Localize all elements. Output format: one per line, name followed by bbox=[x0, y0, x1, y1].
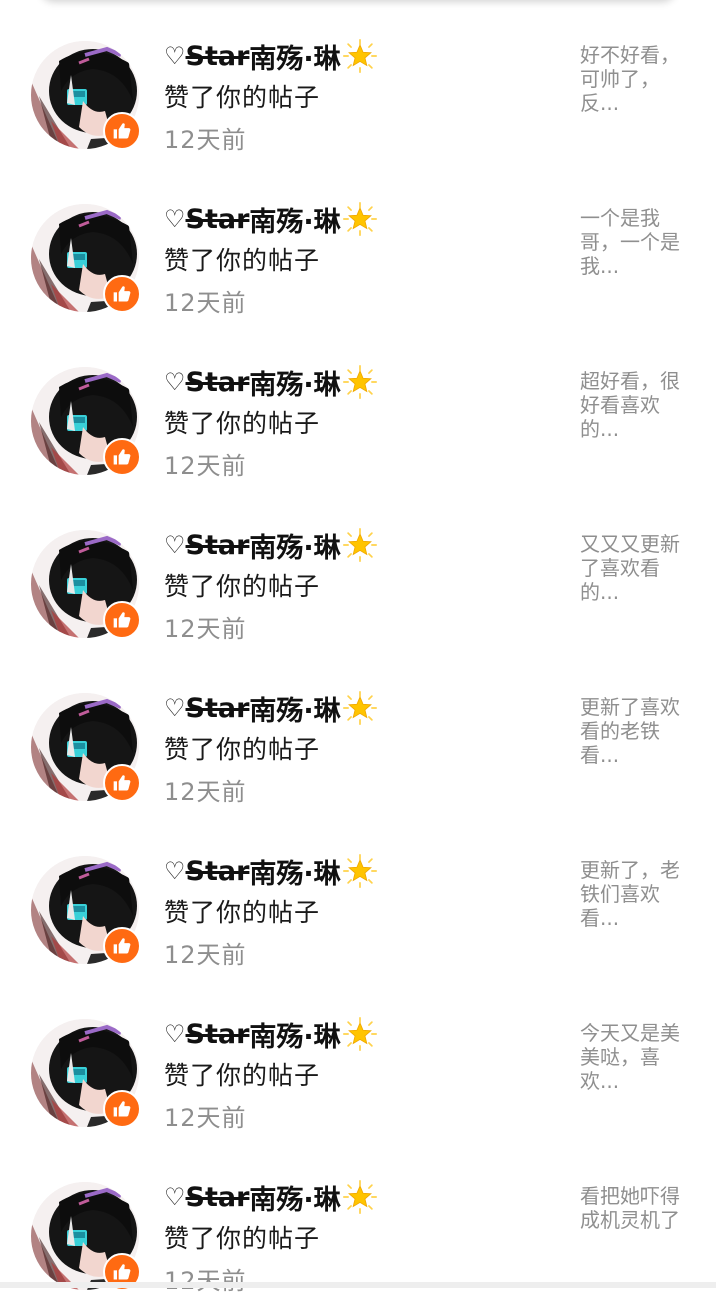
avatar-container[interactable] bbox=[31, 41, 143, 153]
like-badge bbox=[103, 275, 141, 313]
notification-item[interactable]: ♡ Star 南殇·琳 赞了你的帖子 12天前 今天又是美美哒，喜欢... bbox=[0, 978, 716, 1141]
notification-item[interactable]: ♡ Star 南殇·琳 赞了你的帖子 12天前 超好看，很好看喜欢的... bbox=[0, 326, 716, 489]
action-text: 赞了你的帖子 bbox=[164, 1061, 321, 1090]
name-struck-word: Star bbox=[185, 40, 250, 72]
name-prefix: ♡ bbox=[164, 1020, 186, 1048]
timestamp: 12天前 bbox=[164, 126, 247, 154]
name-prefix: ♡ bbox=[164, 368, 186, 396]
name-prefix: ♡ bbox=[164, 531, 186, 559]
user-name[interactable]: ♡ Star 南殇·琳 bbox=[164, 526, 377, 564]
name-suffix: 南殇·琳 bbox=[249, 43, 341, 75]
notification-item[interactable]: ♡ Star 南殇·琳 赞了你的帖子 12天前 一个是我哥，一个是我... bbox=[0, 163, 716, 326]
action-text: 赞了你的帖子 bbox=[164, 572, 321, 601]
avatar-container[interactable] bbox=[31, 693, 143, 805]
notification-item[interactable]: ♡ Star 南殇·琳 赞了你的帖子 12天前 更新了喜欢看的老铁看... bbox=[0, 652, 716, 815]
user-name[interactable]: ♡ Star 南殇·琳 bbox=[164, 200, 377, 238]
user-name[interactable]: ♡ Star 南殇·琳 bbox=[164, 1178, 377, 1216]
star-icon bbox=[342, 365, 377, 399]
notification-item[interactable]: ♡ Star 南殇·琳 赞了你的帖子 12天前 看把她吓得成机灵机了 bbox=[0, 1141, 716, 1304]
timestamp: 12天前 bbox=[164, 1267, 247, 1295]
like-badge bbox=[103, 601, 141, 639]
post-preview[interactable]: 一个是我哥，一个是我... bbox=[580, 206, 690, 278]
star-icon bbox=[342, 854, 377, 888]
star-icon bbox=[342, 1180, 377, 1214]
timestamp: 12天前 bbox=[164, 1104, 247, 1132]
name-suffix: 南殇·琳 bbox=[249, 1021, 341, 1053]
user-name[interactable]: ♡ Star 南殇·琳 bbox=[164, 37, 377, 75]
user-name[interactable]: ♡ Star 南殇·琳 bbox=[164, 1015, 377, 1053]
name-suffix: 南殇·琳 bbox=[249, 695, 341, 727]
star-icon bbox=[342, 528, 377, 562]
thumbs-up-icon bbox=[113, 449, 131, 465]
thumbs-up-icon bbox=[113, 612, 131, 628]
name-suffix: 南殇·琳 bbox=[249, 369, 341, 401]
thumbs-up-icon bbox=[113, 123, 131, 139]
timestamp: 12天前 bbox=[164, 778, 247, 806]
like-badge bbox=[103, 764, 141, 802]
action-text: 赞了你的帖子 bbox=[164, 246, 321, 275]
action-text: 赞了你的帖子 bbox=[164, 83, 321, 112]
action-text: 赞了你的帖子 bbox=[164, 1224, 321, 1253]
avatar-container[interactable] bbox=[31, 367, 143, 479]
name-prefix: ♡ bbox=[164, 1183, 186, 1211]
like-badge bbox=[103, 112, 141, 150]
post-preview[interactable]: 更新了喜欢看的老铁看... bbox=[580, 695, 690, 767]
name-struck-word: Star bbox=[185, 203, 250, 235]
name-prefix: ♡ bbox=[164, 42, 186, 70]
name-suffix: 南殇·琳 bbox=[249, 1184, 341, 1216]
post-preview[interactable]: 今天又是美美哒，喜欢... bbox=[580, 1021, 690, 1093]
notification-item[interactable]: ♡ Star 南殇·琳 赞了你的帖子 12天前 好不好看，可帅了，反... bbox=[0, 0, 716, 163]
action-text: 赞了你的帖子 bbox=[164, 898, 321, 927]
avatar-container[interactable] bbox=[31, 530, 143, 642]
star-icon bbox=[342, 39, 377, 73]
user-name[interactable]: ♡ Star 南殇·琳 bbox=[164, 852, 377, 890]
name-struck-word: Star bbox=[185, 855, 250, 887]
user-name[interactable]: ♡ Star 南殇·琳 bbox=[164, 689, 377, 727]
notification-list: ♡ Star 南殇·琳 赞了你的帖子 12天前 好不好看，可帅了，反... ♡ … bbox=[0, 0, 716, 1304]
name-suffix: 南殇·琳 bbox=[249, 858, 341, 890]
like-badge bbox=[103, 438, 141, 476]
name-struck-word: Star bbox=[185, 1018, 250, 1050]
star-icon bbox=[342, 202, 377, 236]
thumbs-up-icon bbox=[113, 775, 131, 791]
avatar-container[interactable] bbox=[31, 1182, 143, 1294]
user-name[interactable]: ♡ Star 南殇·琳 bbox=[164, 363, 377, 401]
timestamp: 12天前 bbox=[164, 615, 247, 643]
bottom-edge bbox=[0, 1282, 716, 1288]
avatar-container[interactable] bbox=[31, 856, 143, 968]
name-prefix: ♡ bbox=[164, 205, 186, 233]
post-preview[interactable]: 又又又更新了喜欢看的... bbox=[580, 532, 690, 604]
thumbs-up-icon bbox=[113, 1264, 131, 1280]
post-preview[interactable]: 好不好看，可帅了，反... bbox=[580, 43, 690, 115]
timestamp: 12天前 bbox=[164, 452, 247, 480]
post-preview[interactable]: 超好看，很好看喜欢的... bbox=[580, 369, 690, 441]
action-text: 赞了你的帖子 bbox=[164, 409, 321, 438]
name-struck-word: Star bbox=[185, 692, 250, 724]
post-preview[interactable]: 看把她吓得成机灵机了 bbox=[580, 1184, 690, 1232]
timestamp: 12天前 bbox=[164, 289, 247, 317]
thumbs-up-icon bbox=[113, 938, 131, 954]
thumbs-up-icon bbox=[113, 1101, 131, 1117]
like-badge bbox=[103, 927, 141, 965]
name-prefix: ♡ bbox=[164, 694, 186, 722]
name-struck-word: Star bbox=[185, 1181, 250, 1213]
name-suffix: 南殇·琳 bbox=[249, 206, 341, 238]
name-prefix: ♡ bbox=[164, 857, 186, 885]
name-struck-word: Star bbox=[185, 529, 250, 561]
post-preview[interactable]: 更新了，老铁们喜欢看... bbox=[580, 858, 690, 930]
thumbs-up-icon bbox=[113, 286, 131, 302]
name-struck-word: Star bbox=[185, 366, 250, 398]
like-badge bbox=[103, 1090, 141, 1128]
avatar-container[interactable] bbox=[31, 1019, 143, 1131]
star-icon bbox=[342, 691, 377, 725]
timestamp: 12天前 bbox=[164, 941, 247, 969]
avatar-container[interactable] bbox=[31, 204, 143, 316]
star-icon bbox=[342, 1017, 377, 1051]
action-text: 赞了你的帖子 bbox=[164, 735, 321, 764]
notification-item[interactable]: ♡ Star 南殇·琳 赞了你的帖子 12天前 更新了，老铁们喜欢看... bbox=[0, 815, 716, 978]
notification-item[interactable]: ♡ Star 南殇·琳 赞了你的帖子 12天前 又又又更新了喜欢看的... bbox=[0, 489, 716, 652]
name-suffix: 南殇·琳 bbox=[249, 532, 341, 564]
